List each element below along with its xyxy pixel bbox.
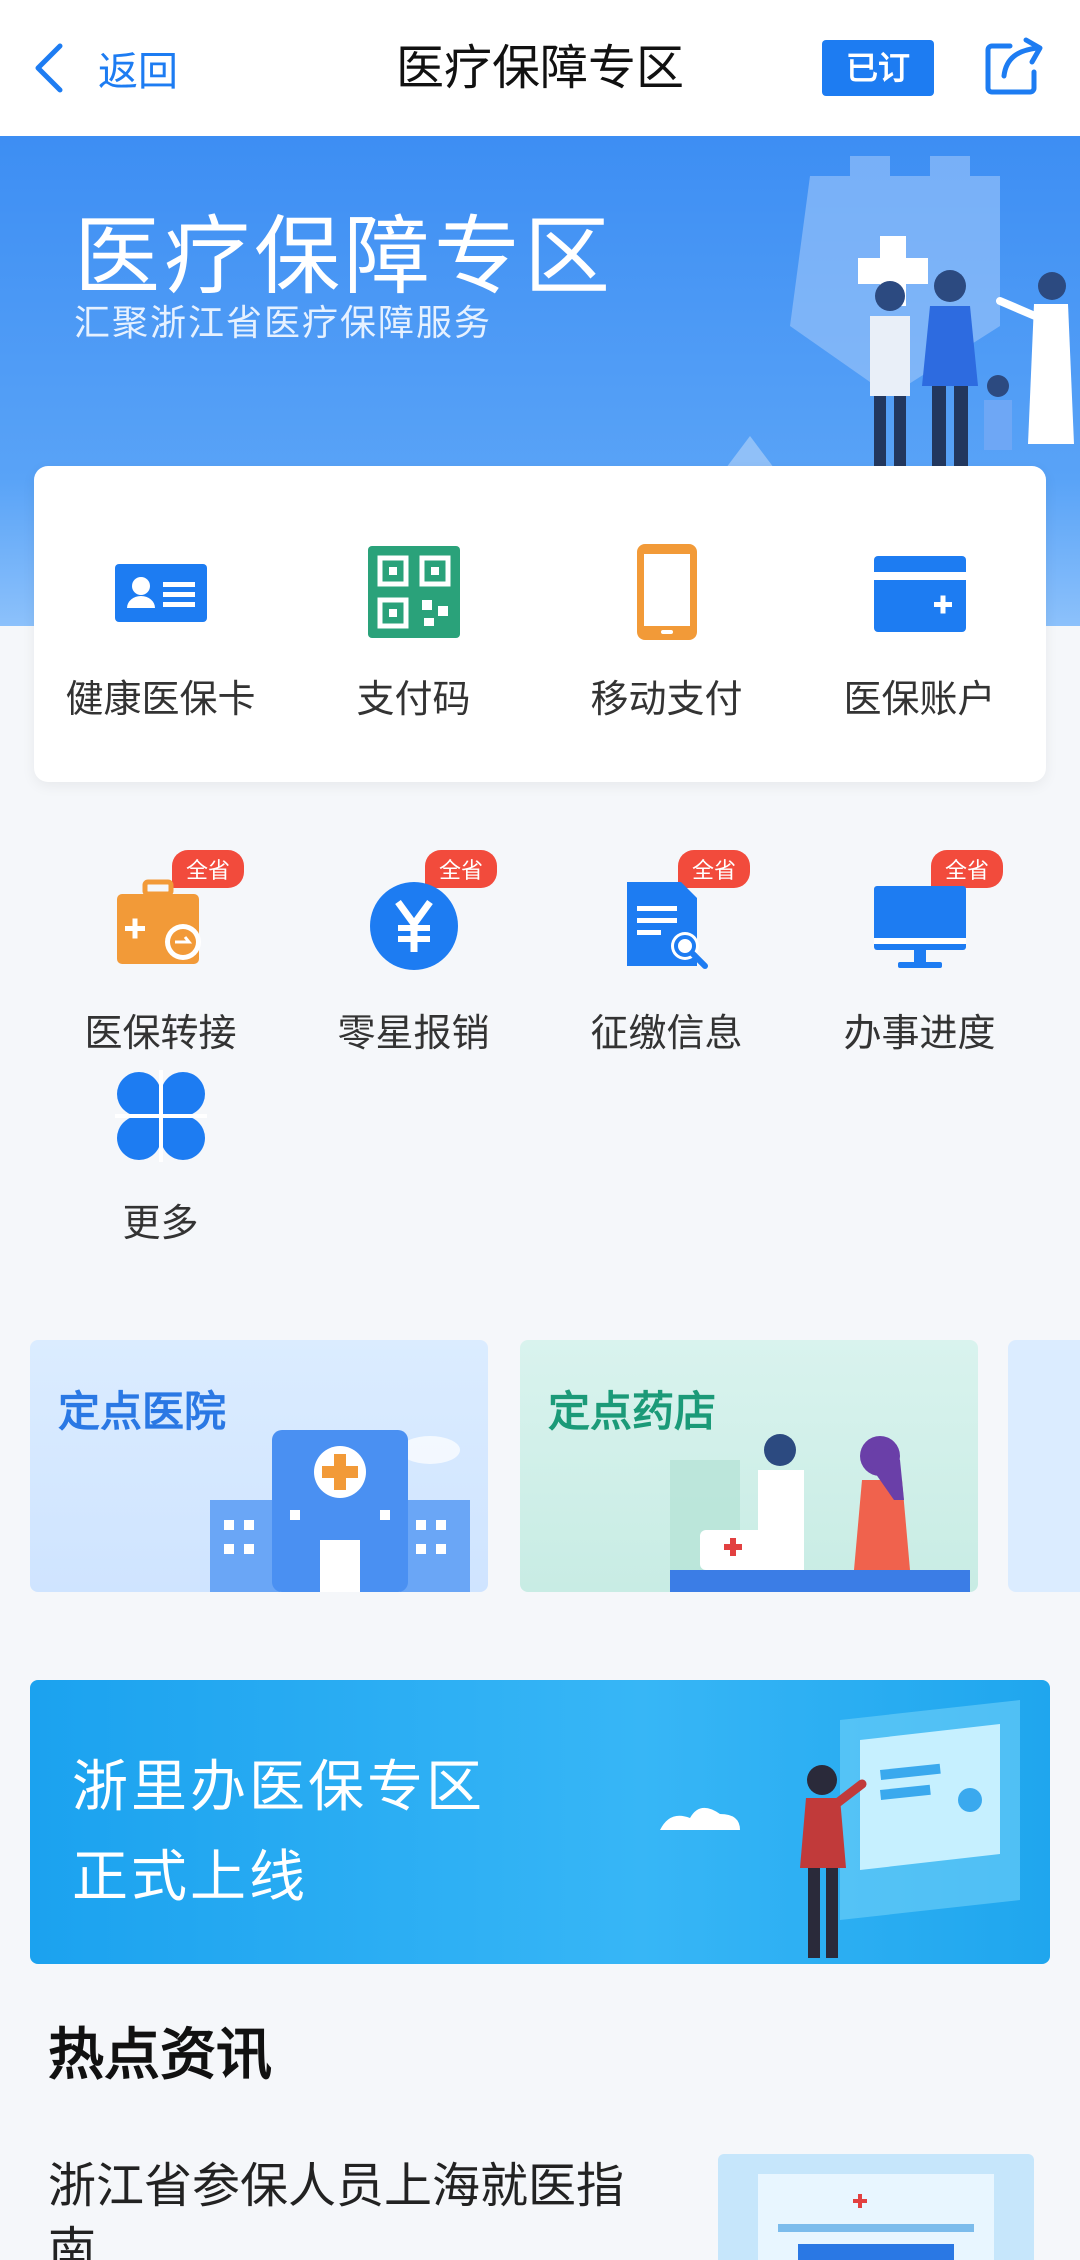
back-label: 返回 (98, 49, 178, 95)
service-payment-code[interactable]: 支付码 (287, 466, 540, 723)
more-services-button[interactable]: 更多 (34, 1066, 287, 1247)
promo-line-2: 正式上线 (72, 1845, 308, 1910)
hero-subtitle: 汇聚浙江省医疗保障服务 (74, 303, 493, 344)
service-label: 办事进度 (843, 1011, 996, 1055)
news-thumbnail[interactable] (718, 2154, 1034, 2260)
wallet-card-icon (870, 542, 970, 642)
yen-icon (364, 876, 464, 976)
service-insurance-account[interactable]: 医保账户 (793, 466, 1046, 723)
tile-title: 定点医院 (58, 1387, 227, 1436)
share-icon[interactable] (982, 34, 1046, 98)
briefcase-transfer-icon (111, 876, 211, 976)
primary-services-card: 健康医保卡 支付码 移动支付 医保账户 (34, 466, 1046, 782)
mobile-phone-icon (617, 542, 717, 642)
more-item[interactable]: 更多 (34, 1066, 287, 1247)
promo-banner[interactable]: 浙里办医保专区 正式上线 (30, 1680, 1050, 1964)
monitor-icon (870, 876, 970, 976)
service-label: 支付码 (356, 677, 471, 721)
id-card-icon (111, 542, 211, 642)
service-health-insurance-card[interactable]: 健康医保卡 (34, 466, 287, 723)
service-progress[interactable]: 全省 办事进度 (793, 836, 1046, 1055)
presenter-illustration (660, 1700, 1020, 1958)
service-label: 医保转接 (84, 1011, 237, 1055)
service-label: 医保账户 (843, 677, 996, 721)
service-mobile-payment[interactable]: 移动支付 (540, 466, 793, 723)
chevron-left-icon (35, 43, 63, 93)
news-heading: 热点资讯 (48, 2023, 272, 2088)
subscribed-button[interactable]: 已订 (822, 40, 934, 96)
more-label: 更多 (122, 1201, 199, 1245)
hero-title: 医疗保障专区 (74, 207, 614, 307)
promo-line-1: 浙里办医保专区 (72, 1755, 485, 1820)
service-sporadic-reimbursement[interactable]: 全省 零星报销 (287, 836, 540, 1055)
designated-hospital-tile[interactable]: 定点医院 (30, 1340, 488, 1592)
secondary-services: 全省 医保转接 全省 零星报销 全省 征缴信息 全省 办事进度 (34, 836, 1046, 1055)
service-label: 健康医保卡 (65, 677, 256, 721)
document-search-icon (617, 876, 717, 976)
service-label: 零星报销 (337, 1011, 490, 1055)
news-item-title[interactable]: 浙江省参保人员上海就医指南 (48, 2154, 648, 2260)
designated-pharmacy-tile[interactable]: 定点药店 (520, 1340, 978, 1592)
four-petal-icon (111, 1066, 211, 1166)
news-thumbnail-image (758, 2174, 994, 2260)
hospital-icon (210, 1430, 470, 1592)
navigation-bar: 返回 医疗保障专区 已订 (0, 0, 1080, 136)
qr-code-icon (364, 542, 464, 642)
service-label: 征缴信息 (590, 1011, 743, 1055)
back-button[interactable]: 返回 (30, 36, 178, 100)
pharmacist-illustration (670, 1434, 970, 1592)
service-insurance-transfer[interactable]: 全省 医保转接 (34, 836, 287, 1055)
service-contribution-info[interactable]: 全省 征缴信息 (540, 836, 793, 1055)
service-label: 移动支付 (590, 677, 743, 721)
next-tile-partial[interactable] (1008, 1340, 1080, 1592)
